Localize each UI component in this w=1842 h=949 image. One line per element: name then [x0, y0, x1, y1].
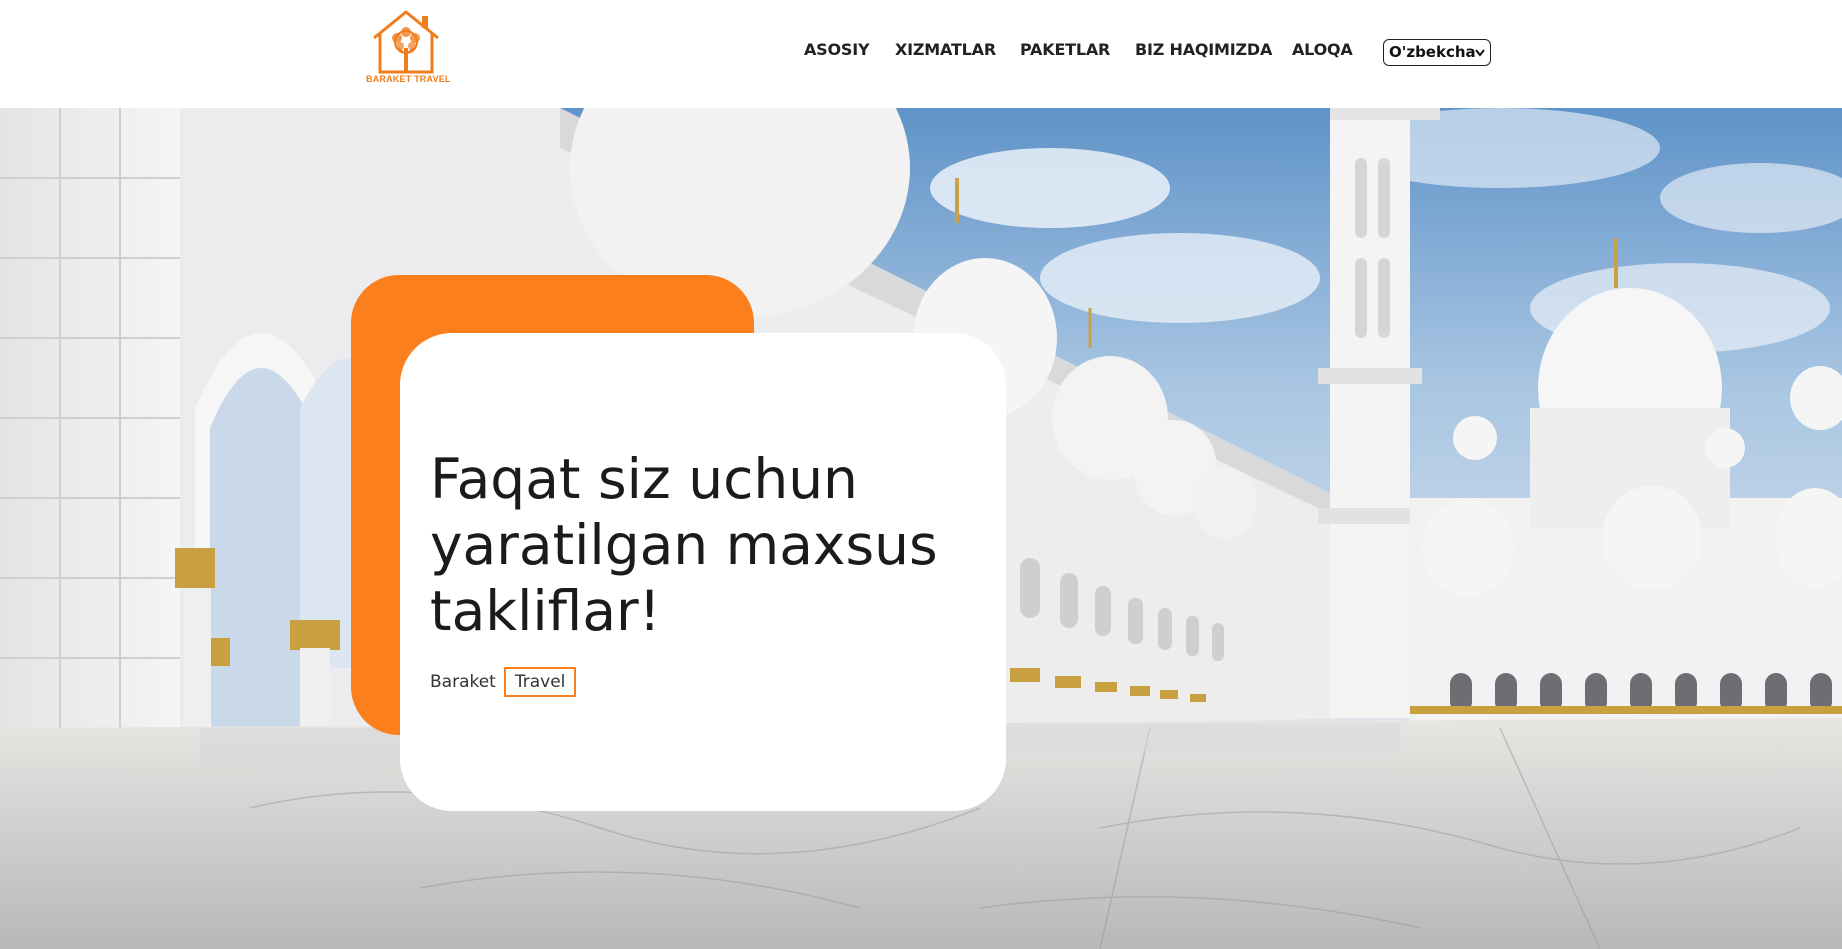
logo-text: BARAKET TRAVEL	[366, 74, 451, 84]
language-select-value: O'zbekcha	[1389, 43, 1476, 61]
hero-brand-first: Baraket	[430, 672, 496, 692]
nav-item-paketlar[interactable]: PAKETLAR	[1020, 40, 1110, 59]
nav-item-asosiy[interactable]: ASOSIY	[804, 40, 870, 59]
nav-item-aloqa[interactable]: ALOQA	[1292, 40, 1353, 59]
hero-brand-tag: Baraket Travel	[430, 667, 577, 697]
house-tree-logo-icon	[373, 10, 439, 74]
chevron-down-icon	[1475, 49, 1485, 57]
nav-item-xizmatlar[interactable]: XIZMATLAR	[895, 40, 996, 59]
nav-item-biz-haqimizda[interactable]: BIZ HAQIMIZDA	[1135, 40, 1272, 59]
hero-brand-second: Travel	[503, 667, 577, 697]
hero-title: Faqat siz uchun yaratilgan maxsus taklif…	[430, 447, 938, 643]
logo[interactable]: BARAKET TRAVEL	[366, 8, 451, 84]
site-header: BARAKET TRAVEL ASOSIY XIZMATLAR PAKETLAR…	[0, 0, 1842, 108]
language-select[interactable]: O'zbekcha	[1383, 39, 1491, 66]
